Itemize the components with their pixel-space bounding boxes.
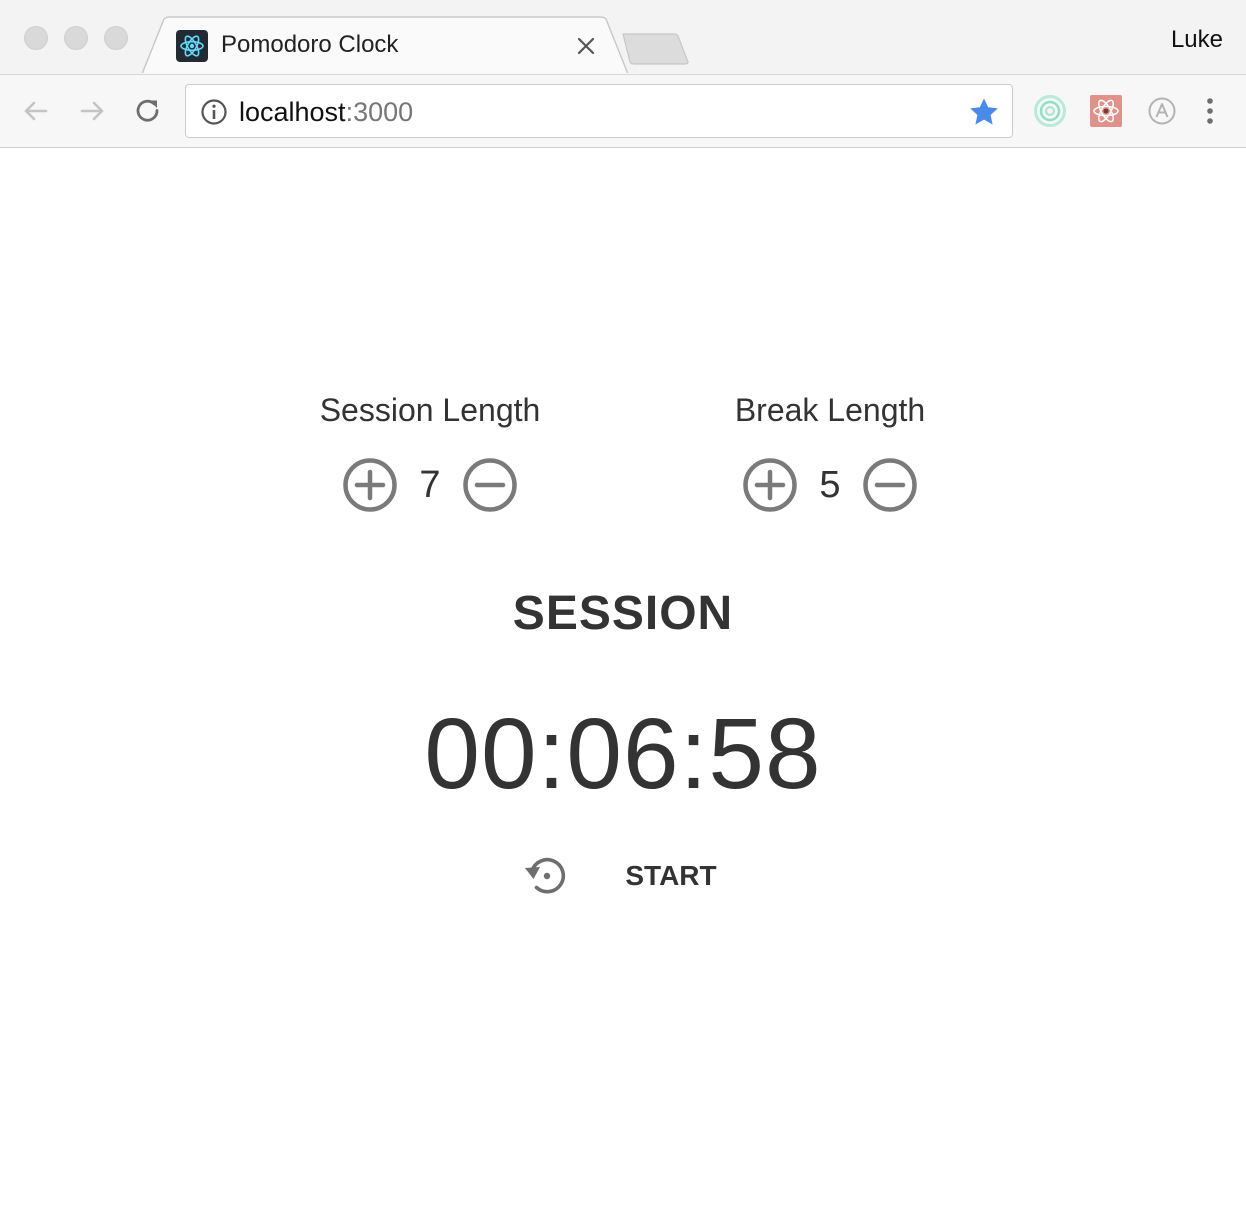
kebab-menu-icon[interactable]: [1200, 95, 1220, 127]
reload-icon[interactable]: [132, 95, 164, 127]
break-increment-button[interactable]: [742, 457, 798, 513]
close-icon[interactable]: [574, 34, 598, 58]
break-decrement-button[interactable]: [862, 457, 918, 513]
a-circle-icon[interactable]: [1145, 94, 1179, 128]
bookmark-star-icon[interactable]: [968, 96, 1000, 128]
session-decrement-button[interactable]: [462, 457, 518, 513]
browser-titlebar: Pomodoro Clock Luke: [0, 0, 1246, 76]
session-length-control: Session Length 7: [280, 390, 580, 513]
profile-name[interactable]: Luke: [1171, 26, 1223, 54]
reset-icon[interactable]: [522, 852, 568, 898]
session-length-value: 7: [419, 464, 441, 506]
back-arrow-icon[interactable]: [20, 95, 52, 127]
session-increment-button[interactable]: [342, 457, 398, 513]
break-length-control: Break Length 5: [680, 390, 980, 513]
react-devtools-icon[interactable]: [1089, 94, 1123, 128]
browser-toolbar: localhost:3000: [0, 74, 1246, 148]
tab-title: Pomodoro Clock: [221, 31, 399, 58]
url-host: localhost: [239, 97, 346, 127]
session-length-label: Session Length: [319, 392, 541, 428]
info-icon[interactable]: [200, 98, 228, 126]
extension-icon[interactable]: [1033, 94, 1067, 128]
new-tab-button[interactable]: [620, 32, 690, 66]
window-minimize-light[interactable]: [64, 26, 88, 50]
break-length-row: 5: [680, 453, 980, 513]
timer-status-label: SESSION: [512, 587, 734, 640]
session-length-row: 7: [280, 453, 580, 513]
timer-display: 00:06:58: [424, 698, 822, 810]
forward-arrow-icon[interactable]: [76, 95, 108, 127]
break-length-value: 5: [819, 464, 841, 506]
pomodoro-app: Session Length 7 Break Length 5 SESSION …: [0, 148, 1246, 1206]
react-logo-icon: [176, 30, 208, 62]
window-close-light[interactable]: [24, 26, 48, 50]
address-bar[interactable]: localhost:3000: [185, 84, 1013, 138]
url-text: localhost:3000: [239, 97, 413, 128]
window-zoom-light[interactable]: [104, 26, 128, 50]
start-button[interactable]: START: [618, 856, 724, 896]
break-length-label: Break Length: [734, 392, 926, 428]
url-port: :3000: [345, 97, 414, 127]
